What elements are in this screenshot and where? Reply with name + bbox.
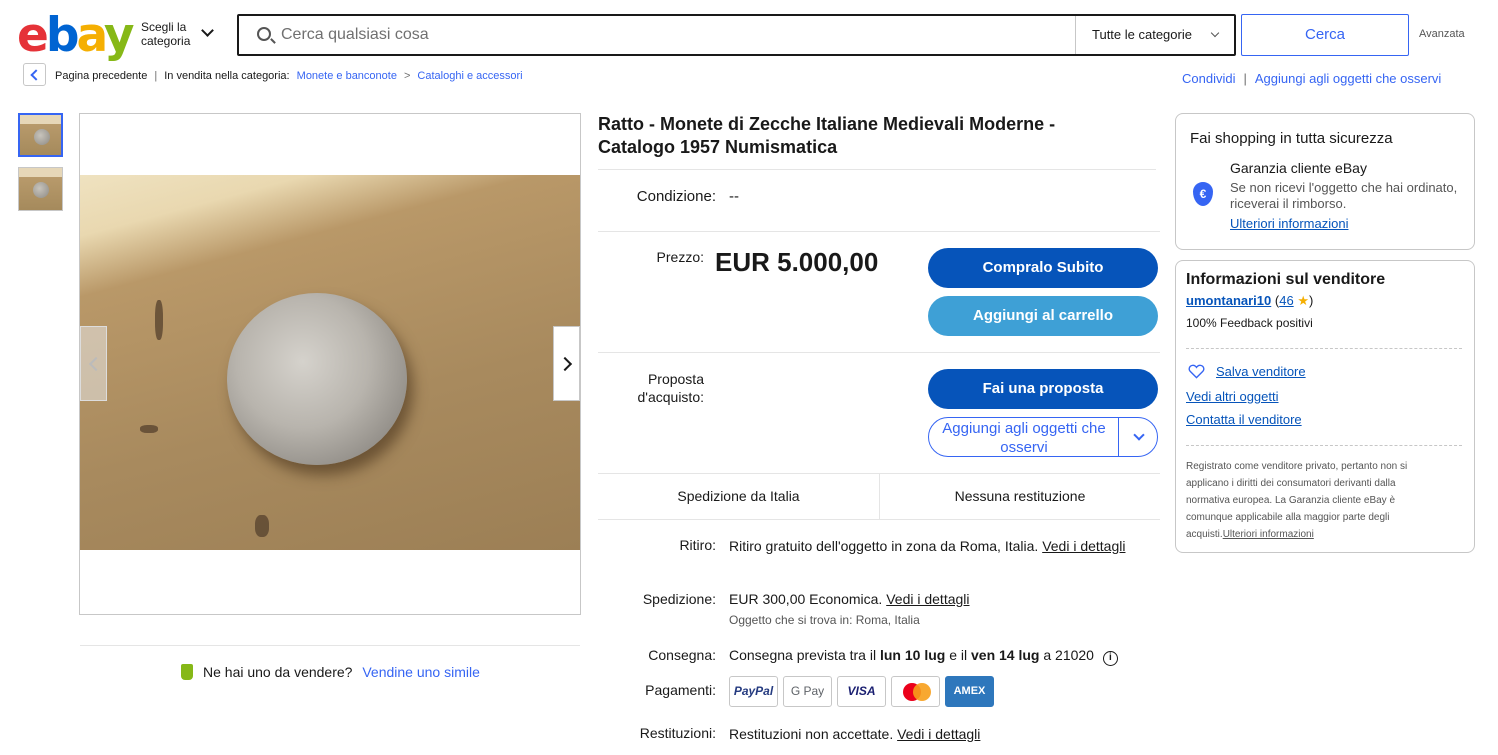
sell-one-promo: Ne hai uno da vendere? Vendine uno simil… [181,664,480,680]
condition-label: Condizione: [636,188,716,205]
seller-legal-notice: Registrato come venditore privato, perta… [1186,458,1436,543]
back-link[interactable]: Pagina precedente [55,70,147,82]
sell-one-question: Ne hai uno da vendere? [203,664,353,680]
condition-value: -- [729,188,739,205]
returns-label: Restituzioni: [639,725,716,741]
safety-heading: Fai shopping in tutta sicurezza [1190,130,1393,147]
watch-button-label: Aggiungi agli oggetti che osservi [942,420,1106,456]
search-icon [257,27,271,41]
returns-info: Restituzioni non accettate. Vedi i detta… [729,726,980,742]
ships-from: Spedizione da Italia [677,488,800,504]
chevron-down-icon [201,24,214,37]
save-seller-link[interactable]: Salva venditore [1216,364,1306,379]
coin-photo [80,175,580,550]
watch-dropdown[interactable] [1118,418,1158,456]
mastercard-icon [891,676,940,707]
divider [598,169,1156,170]
breadcrumb: Pagina precedente | In vendita nella categ… [55,70,523,82]
share-link[interactable]: Condividi [1182,71,1235,86]
breadcrumb-link-coins[interactable]: Monete e banconote [297,70,397,82]
chevron-down-icon [1210,28,1220,38]
guarantee-more-info-link[interactable]: Ulteriori informazioni [1230,216,1348,231]
returns-value: Restituzioni non accettate. [729,726,894,742]
price-tag-icon [181,664,193,680]
item-location: Oggetto che si trova in: Roma, Italia [729,613,920,627]
listed-in-label: In vendita nella categoria: [164,70,290,82]
add-to-cart-button[interactable]: Aggiungi al carrello [928,296,1158,336]
divider [598,352,1160,353]
chevron-down-icon [1133,429,1145,441]
payments-label: Pagamenti: [645,682,716,698]
payment-methods: PayPal G Pay VISA AMEX [729,676,999,708]
star-icon: ★ [1297,293,1309,308]
contact-seller-link[interactable]: Contatta il venditore [1186,412,1302,427]
make-offer-button[interactable]: Fai una proposta [928,369,1158,409]
delivery-to: ven 14 lug [971,647,1040,663]
divider [80,645,580,646]
seller-score-link[interactable]: 46 [1279,293,1293,308]
shop-by-category-label: Scegli la categoria [141,20,191,48]
heart-icon[interactable] [1188,364,1205,379]
thumbnail-1[interactable] [18,113,63,157]
divider [598,231,1160,232]
next-arrow-icon[interactable] [553,326,580,401]
search-button[interactable]: Cerca [1241,14,1409,56]
guarantee-title: Garanzia cliente eBay [1230,160,1367,176]
category-select-label: Tutte le categorie [1092,27,1192,42]
divider [598,519,1160,520]
buy-now-button[interactable]: Compralo Subito [928,248,1158,288]
sell-similar-link[interactable]: Vendine uno simile [362,664,480,680]
thumbnail-2[interactable] [18,167,63,211]
shipping-type: Economica. [809,591,883,607]
seller-name-row: umontanari10 (46 ★) [1186,293,1314,308]
divider [1186,348,1462,349]
price-label: Prezzo: [656,249,704,265]
see-other-items-link[interactable]: Vedi altri oggetti [1186,389,1279,404]
shipping-info: EUR 300,00 Economica. Vedi i dettagli [729,591,970,607]
offer-label: Proposta d'acquisto: [637,371,705,405]
prev-arrow-icon[interactable] [80,326,107,401]
guarantee-text: Se non ricevi l'oggetto che hai ordinato… [1230,180,1458,211]
delivery-label: Consegna: [648,647,716,663]
delivery-from: lun 10 lug [879,647,946,663]
watch-button[interactable]: Aggiungi agli oggetti che osservi [928,417,1158,457]
info-icon[interactable]: i [1102,651,1118,666]
divider [1186,445,1462,446]
seller-feedback: 100% Feedback positivi [1186,316,1313,330]
pickup-label: Ritiro: [679,537,716,553]
seller-heading: Informazioni sul venditore [1186,271,1386,288]
google-pay-icon: G Pay [783,676,832,707]
advanced-search-link[interactable]: Avanzata [1419,28,1465,40]
pickup-value: Ritiro gratuito dell'oggetto in zona da … [729,538,1039,554]
shop-by-category-button[interactable]: Scegli la categoria [141,20,231,48]
search-bar: Tutte le categorie [237,14,1236,56]
shipping-details-link[interactable]: Vedi i dettagli [886,591,969,607]
seller-name-link[interactable]: umontanari10 [1186,293,1271,308]
shipping-label: Spedizione: [642,591,716,607]
main-image[interactable] [79,113,581,615]
item-title: Ratto - Monete di Zecche Italiane Mediev… [598,114,1056,157]
category-select[interactable]: Tutte le categorie [1075,16,1236,54]
breadcrumb-link-catalogs[interactable]: Cataloghi e accessori [417,70,522,82]
legal-more-info-link[interactable]: Ulteriori informazioni [1223,529,1314,540]
back-arrow-icon[interactable] [23,63,46,86]
coin [227,293,407,465]
returns-short: Nessuna restituzione [954,488,1086,504]
paypal-icon: PayPal [729,676,778,707]
search-input[interactable] [281,22,1061,48]
shipping-price: EUR 300,00 [729,591,806,607]
visa-icon: VISA [837,676,886,707]
pickup-details-link[interactable]: Vedi i dettagli [1042,538,1125,554]
ebay-logo[interactable]: ebay [17,12,135,60]
top-actions: Condividi | Aggiungi agli oggetti che osse… [1182,71,1442,86]
item-price: EUR 5.000,00 [715,247,879,277]
amex-icon: AMEX [945,676,994,707]
watch-link[interactable]: Aggiungi agli oggetti che osservi [1255,71,1441,86]
pickup-info: Ritiro gratuito dell'oggetto in zona da … [729,537,1139,556]
returns-details-link[interactable]: Vedi i dettagli [897,726,980,742]
delivery-info: Consegna prevista tra il lun 10 lug e il… [729,647,1118,666]
